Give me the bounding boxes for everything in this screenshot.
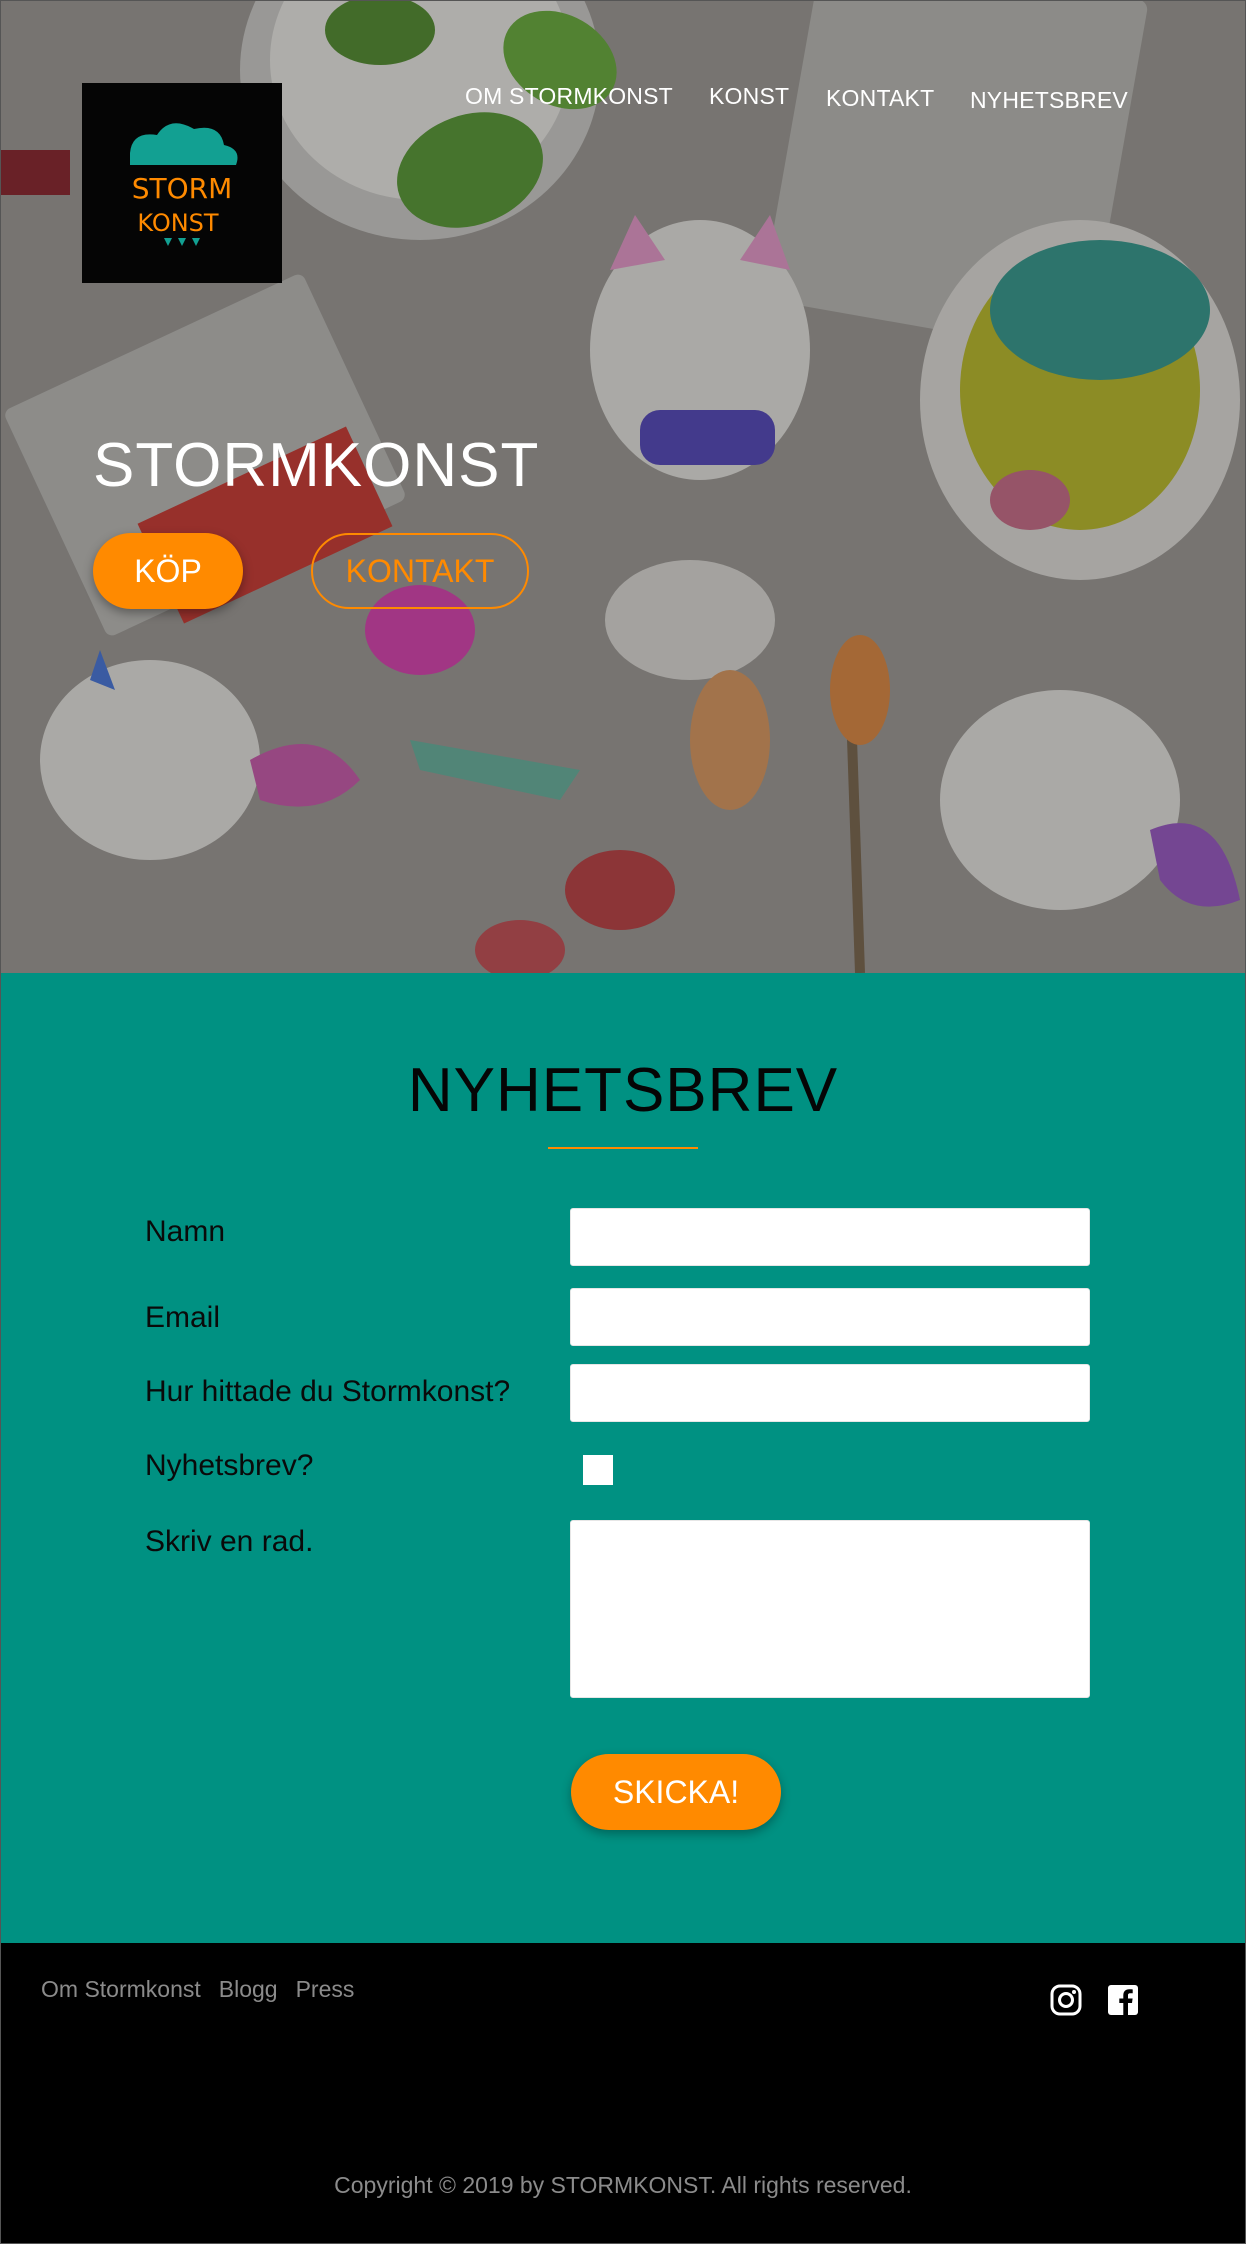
hero-section: STORM KONST OM STORMKONST KONST KONTAKT …	[0, 0, 1246, 973]
source-field[interactable]	[570, 1364, 1090, 1422]
nav-item-kontakt[interactable]: KONTAKT	[826, 85, 934, 112]
footer-links: Om Stormkonst Blogg Press	[41, 1976, 354, 2003]
name-label: Namn	[145, 1215, 226, 1248]
logo-icon: STORM KONST	[130, 123, 238, 246]
nav-item-nyhetsbrev[interactable]: NYHETSBREV	[970, 87, 1128, 114]
site-footer: Om Stormkonst Blogg Press Copyright © 20…	[0, 1943, 1246, 2244]
subscribe-checkbox[interactable]	[583, 1455, 613, 1485]
message-label: Skriv en rad.	[145, 1525, 314, 1558]
email-field[interactable]	[570, 1288, 1090, 1346]
buy-button[interactable]: KÖP	[93, 533, 243, 609]
name-field[interactable]	[570, 1208, 1090, 1266]
footer-link-press[interactable]: Press	[296, 1976, 355, 2003]
hero-title: STORMKONST	[93, 431, 540, 500]
svg-text:KONST: KONST	[137, 209, 219, 237]
instagram-icon[interactable]	[1049, 1983, 1083, 2017]
contact-button[interactable]: KONTAKT	[311, 533, 529, 609]
newsletter-section: NYHETSBREV Namn Email Hur hittade du Sto…	[0, 973, 1246, 1943]
title-divider	[548, 1147, 698, 1149]
source-label: Hur hittade du Stormkonst?	[145, 1375, 511, 1408]
subscribe-label: Nyhetsbrev?	[145, 1449, 314, 1482]
main-nav: OM STORMKONST KONST KONTAKT NYHETSBREV	[0, 80, 1246, 120]
newsletter-title: NYHETSBREV	[407, 1056, 839, 1125]
svg-text:STORM: STORM	[132, 172, 233, 205]
footer-link-blogg[interactable]: Blogg	[219, 1976, 278, 2003]
email-label: Email	[145, 1301, 221, 1334]
message-field[interactable]	[570, 1520, 1090, 1698]
facebook-icon[interactable]	[1106, 1983, 1140, 2017]
nav-item-konst[interactable]: KONST	[709, 83, 789, 110]
submit-button[interactable]: SKICKA!	[571, 1754, 781, 1830]
copyright-text: Copyright © 2019 by STORMKONST. All righ…	[334, 2172, 912, 2198]
nav-item-om-stormkonst[interactable]: OM STORMKONST	[465, 83, 673, 110]
footer-link-om-stormkonst[interactable]: Om Stormkonst	[41, 1976, 201, 2003]
